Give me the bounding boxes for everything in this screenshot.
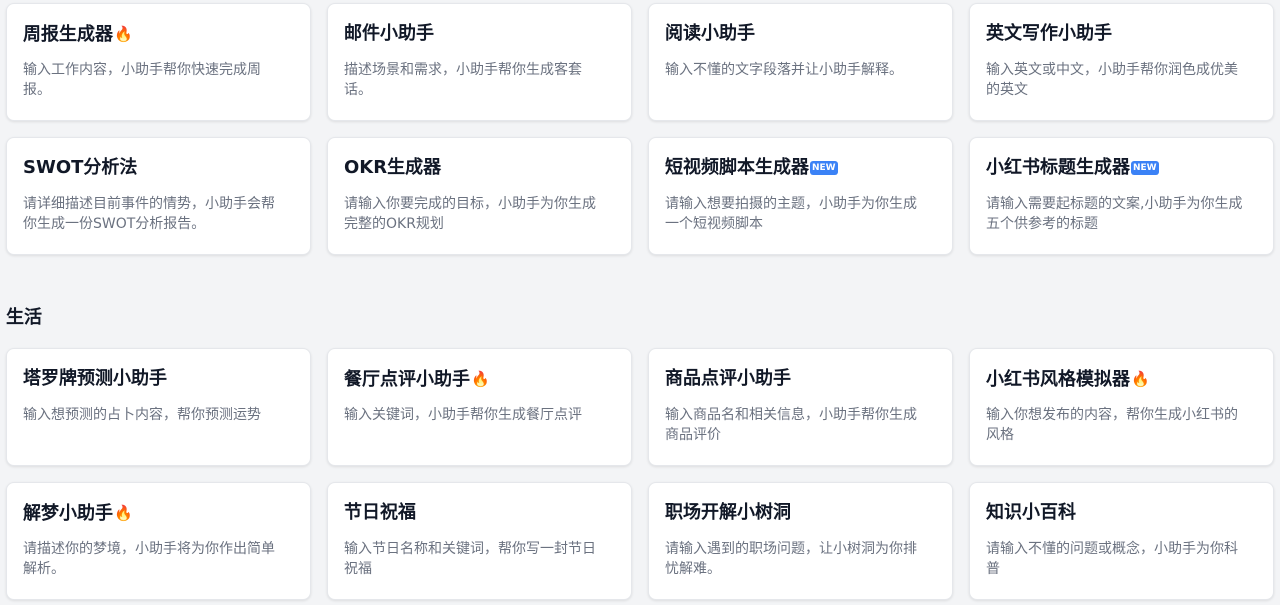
card-title: 餐厅点评小助手🔥 [344,369,490,390]
tool-card-xhs-style[interactable]: 小红书风格模拟器🔥 输入你想发布的内容，帮你生成小红书的风格 [969,348,1274,466]
card-title: 小红书风格模拟器🔥 [986,369,1150,390]
card-title: SWOT分析法 [23,157,138,178]
card-description: 请输入你要完成的目标，小助手为你生成完整的OKR规划 [344,196,596,232]
card-description: 输入不懂的文字段落并让小助手解释。 [665,62,903,78]
tool-card-english-writing[interactable]: 英文写作小助手 输入英文或中文，小助手帮你润色成优美的英文 [969,3,1274,121]
card-title: 解梦小助手🔥 [23,503,133,524]
fire-icon: 🔥 [114,504,133,522]
fire-icon: 🔥 [471,370,490,388]
tool-card-okr[interactable]: OKR生成器 请输入你要完成的目标，小助手为你生成完整的OKR规划 [327,137,632,255]
tool-card-dream-interpretation[interactable]: 解梦小助手🔥 请描述你的梦境，小助手将为你作出简单解析。 [6,482,311,600]
card-title: OKR生成器 [344,157,442,178]
tool-card-swot[interactable]: SWOT分析法 请详细描述目前事件的情势，小助手会帮你生成一份SWOT分析报告。 [6,137,311,255]
tool-card-xhs-title[interactable]: 小红书标题生成器 NEW 请输入需要起标题的文案,小助手为你生成五个供参考的标题 [969,137,1274,255]
card-description: 请输入不懂的问题或概念，小助手为你科普 [986,541,1238,577]
tool-card-restaurant-review[interactable]: 餐厅点评小助手🔥 输入关键词，小助手帮你生成餐厅点评 [327,348,632,466]
card-title: 塔罗牌预测小助手 [23,368,167,389]
card-title: 邮件小助手 [344,23,434,44]
fire-icon: 🔥 [114,25,133,43]
card-title: 节日祝福 [344,502,416,523]
tool-card-holiday-greeting[interactable]: 节日祝福 输入节日名称和关键词，帮你写一封节日祝福 [327,482,632,600]
tool-card-workplace-treehole[interactable]: 职场开解小树洞 请输入遇到的职场问题，让小树洞为你排忧解难。 [648,482,953,600]
tool-card-short-video-script[interactable]: 短视频脚本生成器 NEW 请输入想要拍摄的主题，小助手为你生成一个短视频脚本 [648,137,953,255]
card-description: 输入节日名称和关键词，帮你写一封节日祝福 [344,541,596,577]
card-description: 输入工作内容，小助手帮你快速完成周报。 [23,62,261,98]
card-description: 输入商品名和相关信息，小助手帮你生成商品评价 [665,407,917,443]
tool-card-weekly-report[interactable]: 周报生成器🔥 输入工作内容，小助手帮你快速完成周报。 [6,3,311,121]
card-description: 描述场景和需求，小助手帮你生成客套话。 [344,62,582,98]
fire-icon: 🔥 [1131,370,1150,388]
card-title: 英文写作小助手 [986,23,1112,44]
tool-card-reading-assistant[interactable]: 阅读小助手 输入不懂的文字段落并让小助手解释。 [648,3,953,121]
card-title: 阅读小助手 [665,23,755,44]
tool-card-knowledge-encyclopedia[interactable]: 知识小百科 请输入不懂的问题或概念，小助手为你科普 [969,482,1274,600]
card-description: 请输入遇到的职场问题，让小树洞为你排忧解难。 [665,541,917,577]
card-description: 输入你想发布的内容，帮你生成小红书的风格 [986,407,1238,443]
card-title: 知识小百科 [986,502,1076,523]
life-tools-grid: 塔罗牌预测小助手 输入想预测的占卜内容，帮你预测运势 餐厅点评小助手🔥 输入关键… [6,348,1274,600]
new-badge-icon: NEW [810,161,838,175]
card-title: 短视频脚本生成器 NEW [665,157,838,178]
tool-card-product-review[interactable]: 商品点评小助手 输入商品名和相关信息，小助手帮你生成商品评价 [648,348,953,466]
card-title: 商品点评小助手 [665,368,791,389]
work-tools-grid: 周报生成器🔥 输入工作内容，小助手帮你快速完成周报。 邮件小助手 描述场景和需求… [6,3,1274,255]
new-badge-icon: NEW [1131,161,1159,175]
card-description: 输入英文或中文，小助手帮你润色成优美的英文 [986,62,1238,98]
tool-card-tarot[interactable]: 塔罗牌预测小助手 输入想预测的占卜内容，帮你预测运势 [6,348,311,466]
card-description: 输入关键词，小助手帮你生成餐厅点评 [344,407,582,423]
card-description: 请输入想要拍摄的主题，小助手为你生成一个短视频脚本 [665,196,917,232]
card-description: 请输入需要起标题的文案,小助手为你生成五个供参考的标题 [986,196,1243,232]
card-description: 请描述你的梦境，小助手将为你作出简单解析。 [23,541,275,577]
card-title: 职场开解小树洞 [665,502,791,523]
section-heading-life: 生活 [6,307,42,328]
tool-card-email-assistant[interactable]: 邮件小助手 描述场景和需求，小助手帮你生成客套话。 [327,3,632,121]
card-description: 请详细描述目前事件的情势，小助手会帮你生成一份SWOT分析报告。 [23,196,275,232]
card-title: 小红书标题生成器 NEW [986,157,1159,178]
card-description: 输入想预测的占卜内容，帮你预测运势 [23,407,261,423]
card-title: 周报生成器🔥 [23,24,133,45]
